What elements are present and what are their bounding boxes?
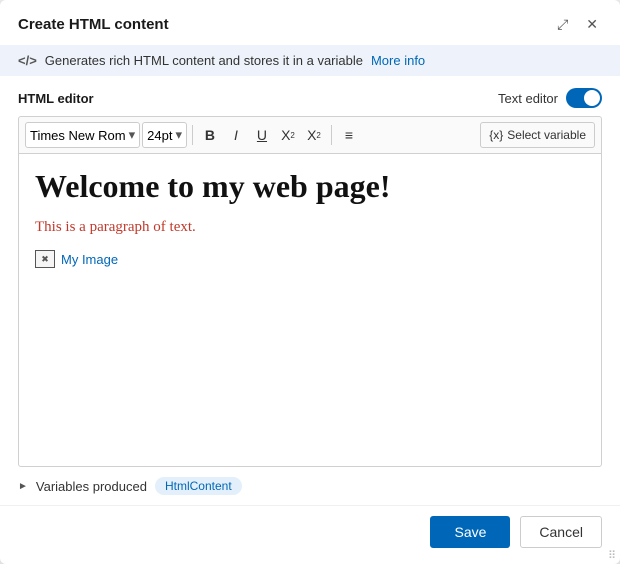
toolbar: Times New Rom ▾ 24pt ▾ B I U X2 X2 ≡ <box>18 116 602 153</box>
header-icons: ⤢ ✕ <box>553 14 602 35</box>
superscript-icon: 2 <box>316 131 320 140</box>
expand-button[interactable]: ⤢ <box>553 14 572 35</box>
superscript-button[interactable]: X2 <box>302 122 326 148</box>
font-family-select[interactable]: Times New Rom ▾ <box>25 122 140 148</box>
underline-button[interactable]: U <box>250 122 274 148</box>
image-label: My Image <box>61 252 118 267</box>
content-paragraph: This is a paragraph of text. <box>35 219 585 236</box>
select-variable-button[interactable]: {x} Select variable <box>480 122 595 148</box>
content-heading: Welcome to my web page! <box>35 168 585 205</box>
italic-icon: I <box>234 127 238 143</box>
toggle-label: Text editor <box>498 91 558 106</box>
font-size-select[interactable]: 24pt ▾ <box>142 122 187 148</box>
editor-header: HTML editor Text editor <box>18 88 602 108</box>
font-family-value: Times New Rom <box>30 128 126 143</box>
image-icon: ✖ <box>35 250 55 268</box>
close-button[interactable]: ✕ <box>582 14 602 35</box>
font-family-chevron: ▾ <box>129 127 136 143</box>
more-info-link[interactable]: More info <box>371 53 425 68</box>
info-text: Generates rich HTML content and stores i… <box>45 53 363 68</box>
dialog-header: Create HTML content ⤢ ✕ <box>0 0 620 45</box>
code-icon: </> <box>18 53 37 68</box>
font-size-value: 24pt <box>147 128 172 143</box>
expand-icon: ⤢ <box>557 16 568 33</box>
variables-section: ► Variables produced HtmlContent <box>0 467 620 505</box>
variables-chevron[interactable]: ► <box>18 481 28 492</box>
create-html-dialog: Create HTML content ⤢ ✕ </> Generates ri… <box>0 0 620 564</box>
close-icon: ✕ <box>586 16 598 33</box>
toolbar-separator-2 <box>331 125 332 145</box>
format-button[interactable]: ≡ <box>337 122 361 148</box>
variable-label: Select variable <box>507 128 586 142</box>
variables-label: Variables produced <box>36 479 147 494</box>
text-editor-toggle: Text editor <box>498 88 602 108</box>
underline-icon: U <box>257 127 267 143</box>
editor-content[interactable]: Welcome to my web page! This is a paragr… <box>18 153 602 467</box>
dialog-footer: Save Cancel <box>0 505 620 564</box>
bold-button[interactable]: B <box>198 122 222 148</box>
info-banner: </> Generates rich HTML content and stor… <box>0 45 620 76</box>
font-size-chevron: ▾ <box>175 127 182 143</box>
italic-button[interactable]: I <box>224 122 248 148</box>
variable-icon: {x} <box>489 128 503 142</box>
cancel-button[interactable]: Cancel <box>520 516 602 548</box>
editor-label: HTML editor <box>18 91 94 106</box>
toggle-switch[interactable] <box>566 88 602 108</box>
toolbar-separator-1 <box>192 125 193 145</box>
content-image: ✖ My Image <box>35 250 585 268</box>
resize-handle[interactable]: ⠿ <box>608 549 616 562</box>
html-content-badge: HtmlContent <box>155 477 242 495</box>
editor-section: HTML editor Text editor Times New Rom ▾ … <box>0 76 620 467</box>
subscript-button[interactable]: X2 <box>276 122 300 148</box>
dialog-title: Create HTML content <box>18 16 169 33</box>
save-button[interactable]: Save <box>430 516 510 548</box>
subscript-icon: 2 <box>290 131 294 140</box>
